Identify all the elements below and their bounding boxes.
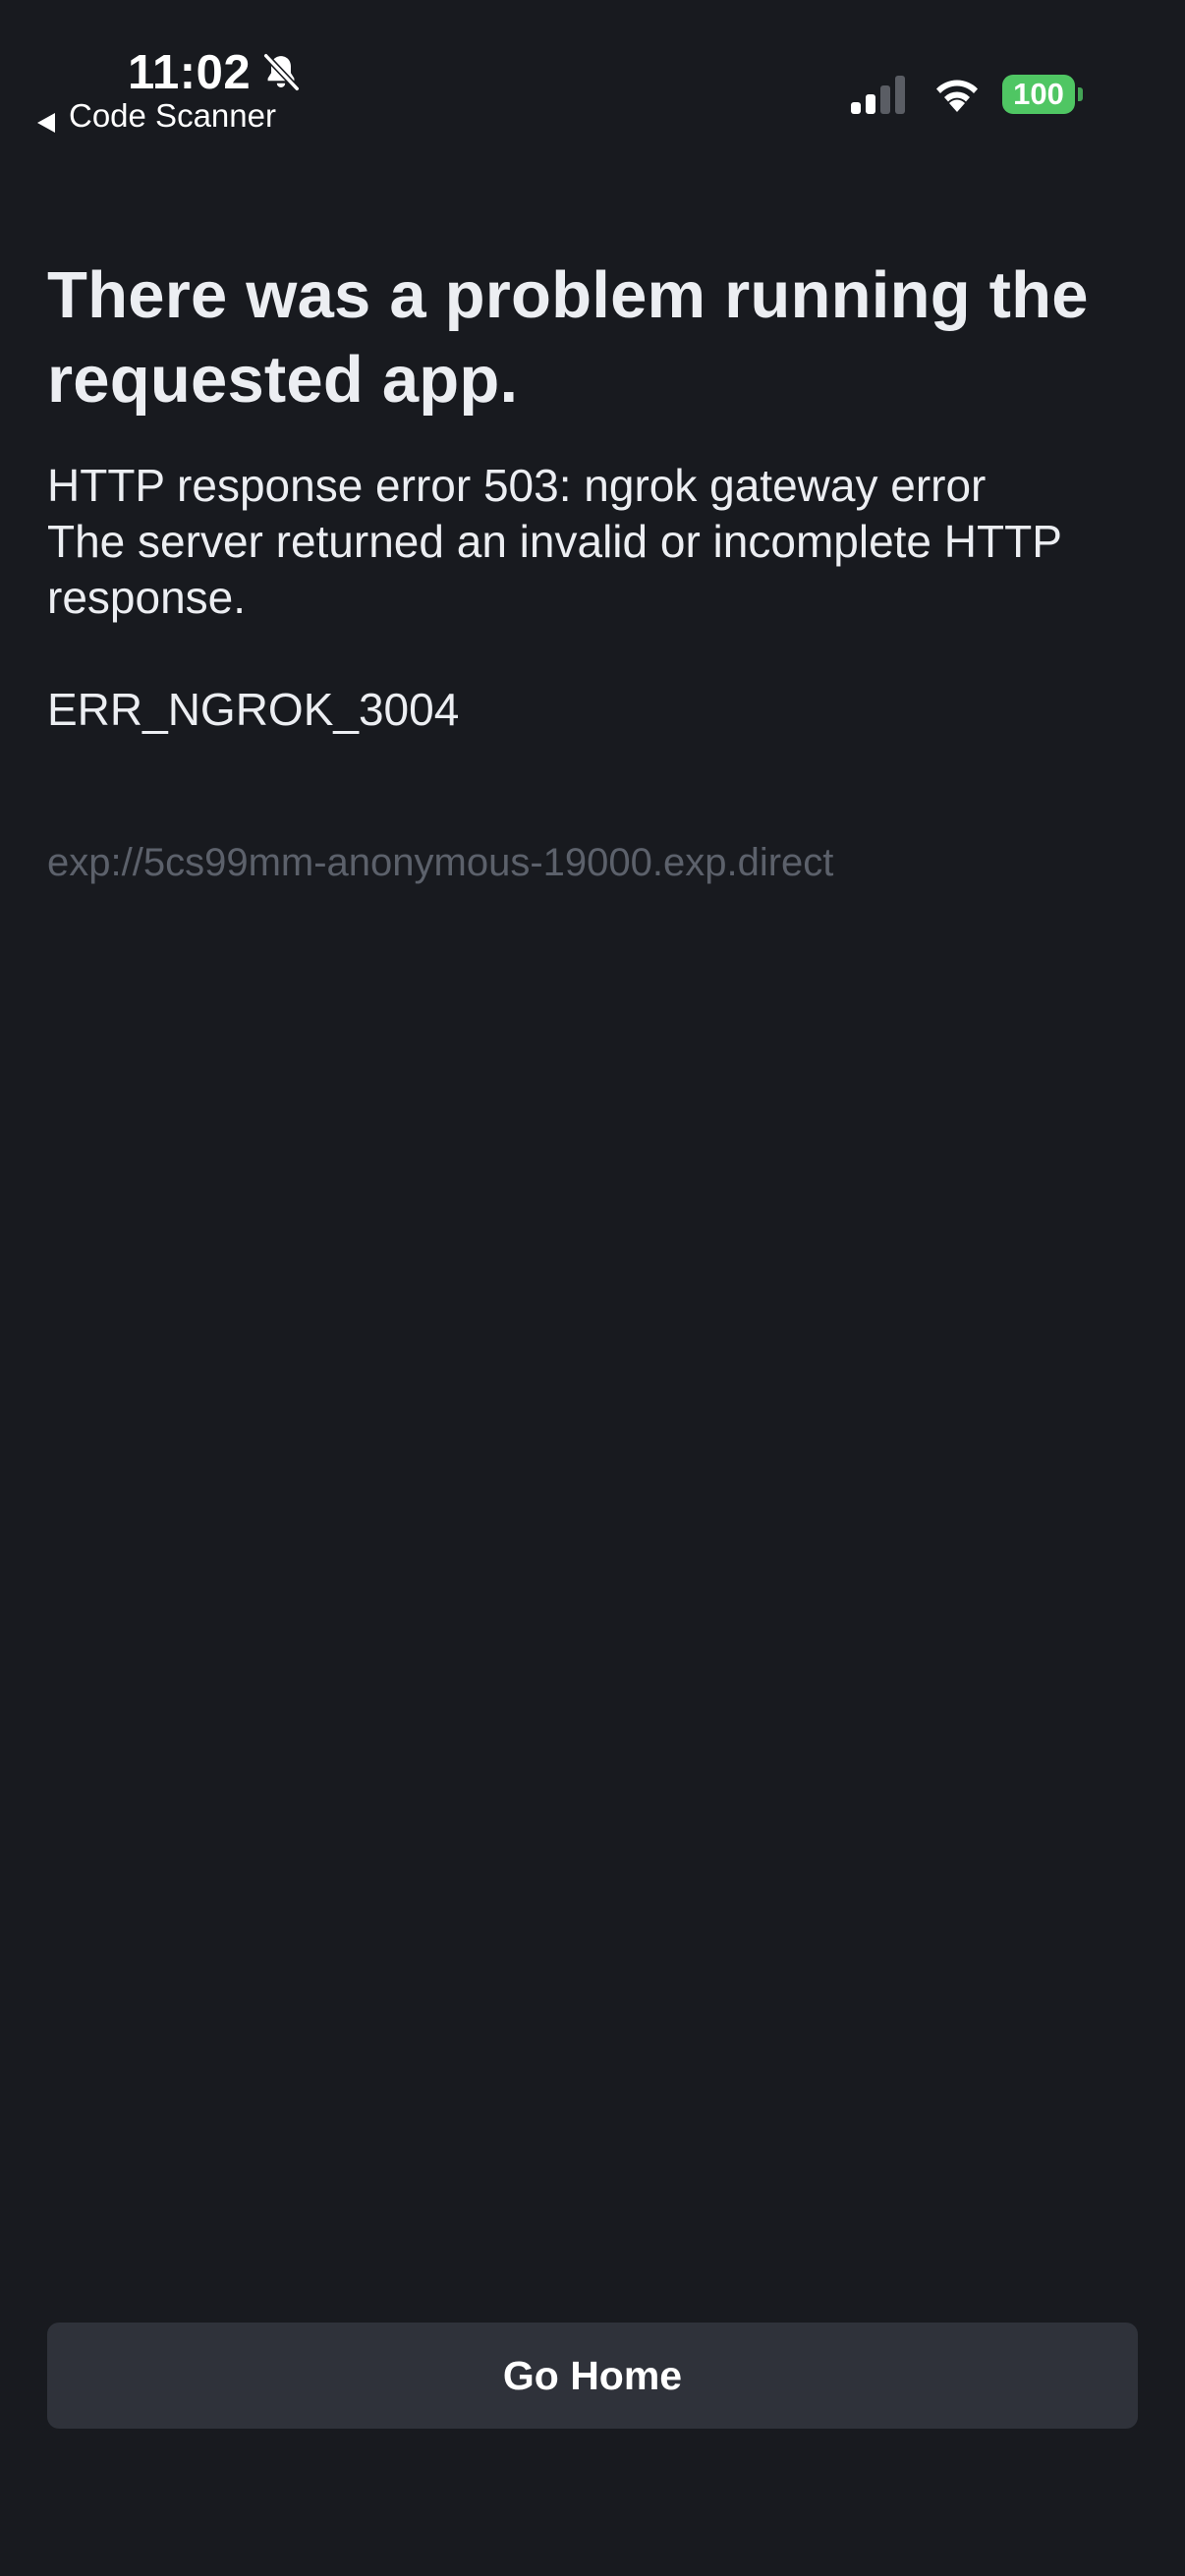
bell-slash-icon xyxy=(258,50,304,95)
battery-icon: 100 xyxy=(1002,75,1083,114)
back-arrow-icon xyxy=(35,104,57,133)
battery-level: 100 xyxy=(1002,75,1075,114)
battery-cap xyxy=(1078,87,1083,101)
error-content: There was a problem running the requeste… xyxy=(47,253,1138,887)
status-time: 11:02 xyxy=(128,46,252,99)
error-title: There was a problem running the requeste… xyxy=(47,258,1089,417)
app-url: exp://5cs99mm-anonymous-19000.exp.direct xyxy=(47,841,834,884)
status-bar: 11:02 Code Scanner 100 xyxy=(0,0,1185,147)
back-to-code-scanner[interactable]: Code Scanner xyxy=(35,96,276,136)
error-message: HTTP response error 503: ngrok gateway e… xyxy=(47,460,1062,623)
time-group: 11:02 xyxy=(128,43,304,102)
go-home-button[interactable]: Go Home xyxy=(47,2323,1138,2429)
back-label: Code Scanner xyxy=(69,97,276,134)
wifi-icon xyxy=(931,75,983,114)
error-code: ERR_NGROK_3004 xyxy=(47,684,460,735)
cellular-signal-icon xyxy=(849,73,908,116)
status-indicators: 100 xyxy=(849,73,1083,116)
